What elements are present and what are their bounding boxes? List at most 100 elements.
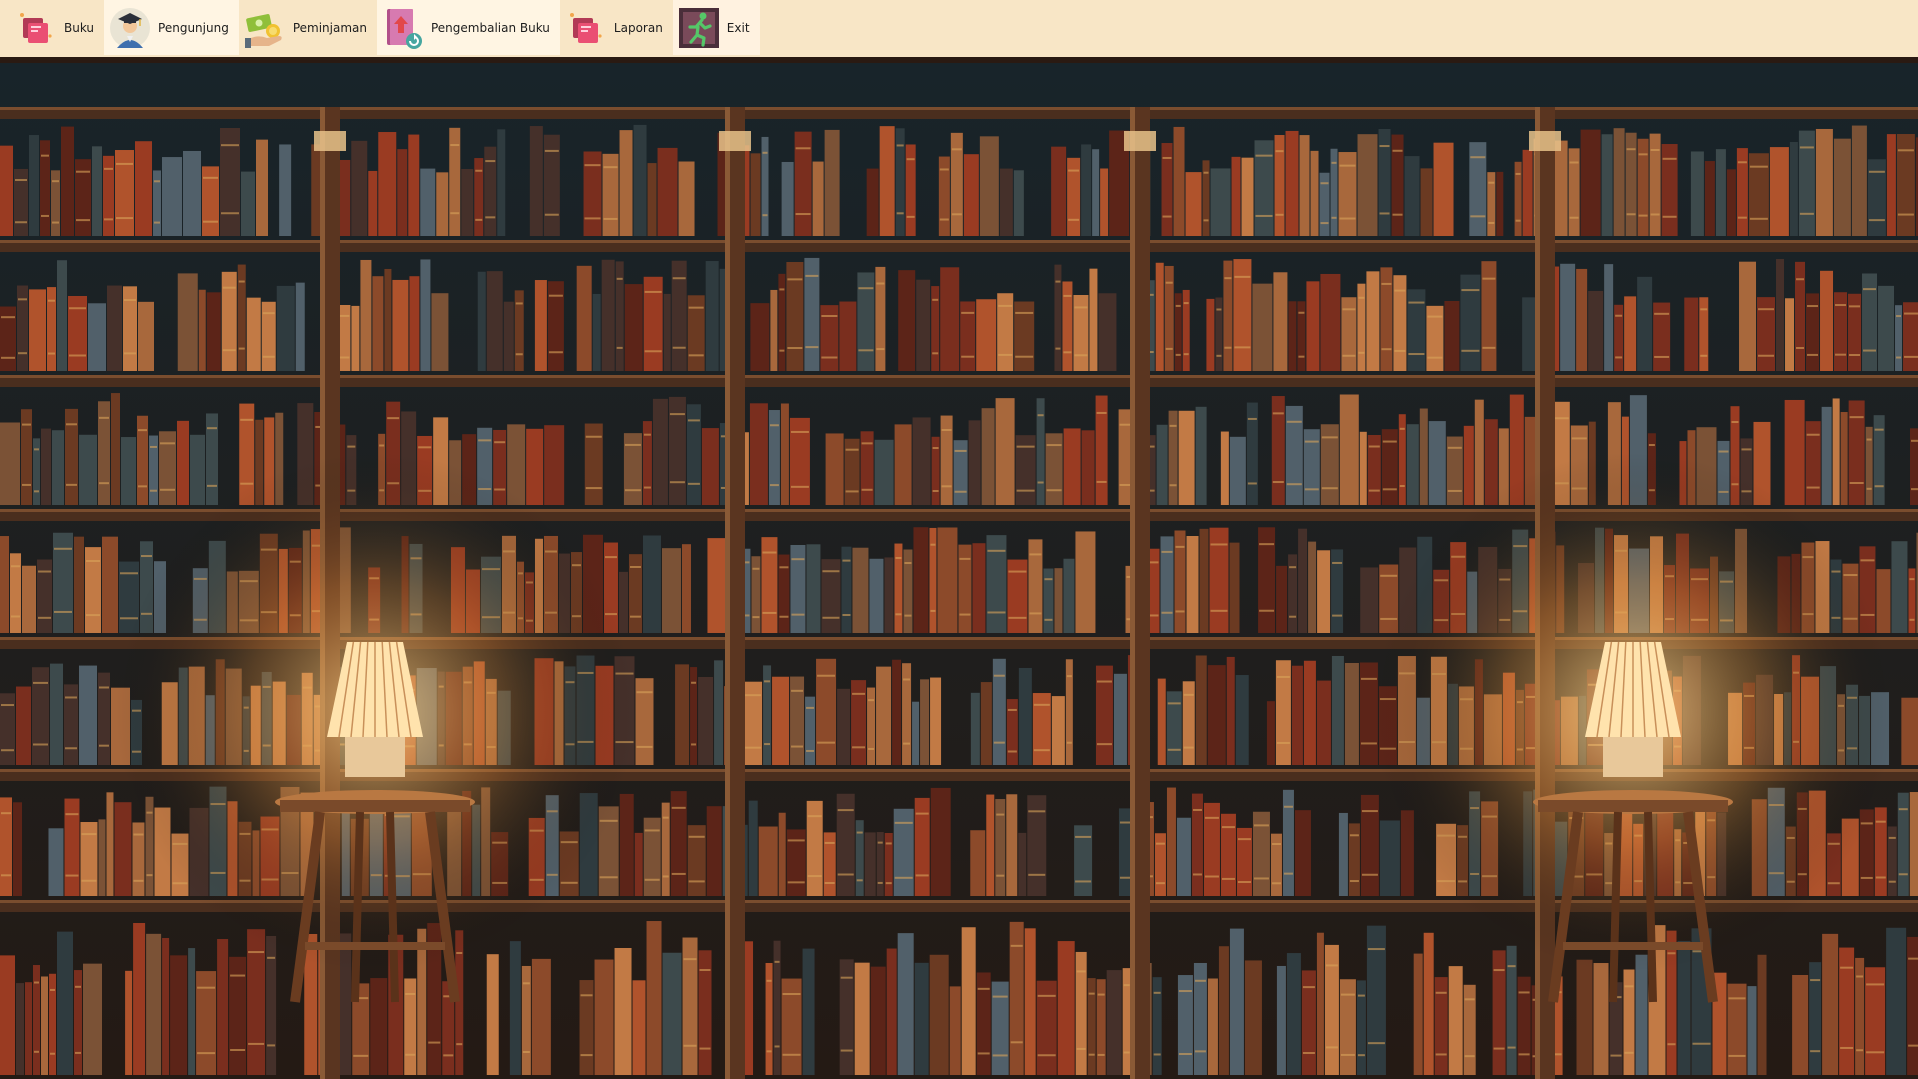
- book-spine: [897, 933, 914, 1075]
- book-spine: [806, 544, 821, 633]
- book-spine: [486, 954, 499, 1075]
- toolbar-button-exit[interactable]: Exit: [672, 0, 760, 55]
- book-spine: [1604, 264, 1614, 371]
- book-spine: [687, 825, 706, 896]
- book-spine: [135, 141, 152, 236]
- book-spine: [870, 966, 886, 1075]
- book-spine: [0, 422, 20, 505]
- book-spine: [1832, 398, 1840, 505]
- book-spine: [824, 129, 840, 236]
- toolbar-button-pengunjung[interactable]: Pengunjung: [104, 0, 239, 55]
- book-spine: [1357, 134, 1378, 236]
- book-spine: [1176, 817, 1191, 896]
- book-spine: [1285, 130, 1299, 236]
- book-spine: [1822, 933, 1839, 1075]
- book-spine: [1433, 142, 1454, 236]
- book-spine: [1580, 129, 1601, 236]
- book-spine: [98, 401, 110, 505]
- book-spine: [1195, 406, 1207, 505]
- book-spine: [1625, 132, 1637, 236]
- book-spine: [1226, 656, 1235, 765]
- book-spine: [1299, 135, 1310, 236]
- book-spine: [1241, 157, 1254, 236]
- book-spine: [461, 169, 474, 236]
- book-spine: [1024, 928, 1036, 1075]
- book-spine: [864, 832, 876, 896]
- book-spine: [981, 408, 995, 505]
- book-spine: [57, 931, 73, 1075]
- book-spine: [707, 538, 728, 633]
- book-spine: [786, 262, 804, 371]
- book-spine: [594, 959, 614, 1075]
- book-spine: [1463, 425, 1474, 505]
- book-spine: [106, 792, 114, 896]
- book-spine: [1339, 394, 1359, 505]
- book-spine: [48, 828, 64, 896]
- book-spine: [114, 802, 132, 896]
- book-spine: [133, 923, 146, 1075]
- book-spine: [1233, 259, 1252, 371]
- book-spine: [1331, 655, 1344, 765]
- book-spine: [372, 276, 384, 371]
- book-spine: [1320, 273, 1341, 371]
- book-spine: [1294, 810, 1311, 896]
- book-spine: [111, 393, 120, 505]
- book-spine: [534, 280, 547, 371]
- toolbar-button-laporan[interactable]: Laporan: [560, 0, 673, 55]
- book-spine: [812, 161, 824, 236]
- book-spine: [1474, 399, 1484, 505]
- book-spine: [368, 170, 378, 236]
- book-spine: [986, 794, 995, 896]
- book-spine: [1815, 128, 1833, 236]
- book-spine: [662, 952, 682, 1075]
- book-spine: [1288, 301, 1297, 371]
- book-spine: [1809, 962, 1822, 1075]
- book-spine: [246, 297, 261, 371]
- book-spine: [1218, 946, 1229, 1075]
- book-spine: [657, 147, 678, 236]
- book-spine: [1406, 424, 1419, 505]
- book-spine: [392, 279, 409, 371]
- book-spine: [241, 171, 255, 236]
- toolbar-button-pengembalian-buku[interactable]: Pengembalian Buku: [376, 0, 560, 55]
- book-spine: [1862, 273, 1878, 371]
- book-spine: [190, 434, 205, 505]
- book-spine: [408, 134, 420, 236]
- book-spine: [1522, 149, 1533, 236]
- book-spine: [1769, 147, 1789, 236]
- toolbar-button-peminjaman[interactable]: Peminjaman: [239, 0, 377, 55]
- book-spine: [780, 403, 789, 505]
- book-spine: [1229, 542, 1240, 633]
- book-spine: [1316, 680, 1331, 765]
- book-spine: [1152, 977, 1162, 1075]
- book-spine: [378, 132, 397, 236]
- book-spine: [1013, 170, 1024, 236]
- book-spine: [1379, 820, 1400, 896]
- toolbar-label-laporan: Laporan: [613, 20, 663, 35]
- book-spine: [351, 140, 368, 236]
- book-spine: [98, 819, 106, 896]
- book-spine: [1785, 298, 1795, 371]
- book-spine: [1252, 283, 1273, 371]
- book-spine: [1726, 169, 1736, 236]
- book-spine: [295, 282, 305, 371]
- book-spine: [198, 289, 206, 371]
- book-spine: [1613, 128, 1625, 236]
- toolbar-label-pengunjung: Pengunjung: [158, 20, 229, 35]
- book-spine: [1244, 960, 1262, 1075]
- book-spine: [1057, 941, 1075, 1075]
- book-spine: [1316, 932, 1324, 1075]
- book-spine: [681, 544, 691, 633]
- book-spine: [652, 398, 668, 505]
- book-spine: [916, 279, 931, 371]
- book-spine: [1276, 565, 1288, 633]
- book-spine: [121, 437, 136, 505]
- book-spine: [1266, 701, 1275, 765]
- bookshelf-illustration: [0, 57, 1918, 1079]
- book-spine: [970, 830, 986, 896]
- book-spine: [1303, 660, 1316, 765]
- main-toolbar: Buku Pengunjung Peminjaman Pengembalian …: [0, 0, 1918, 57]
- book-spine: [778, 273, 786, 371]
- book-spine: [1699, 297, 1709, 371]
- toolbar-button-buku[interactable]: Buku: [10, 0, 104, 55]
